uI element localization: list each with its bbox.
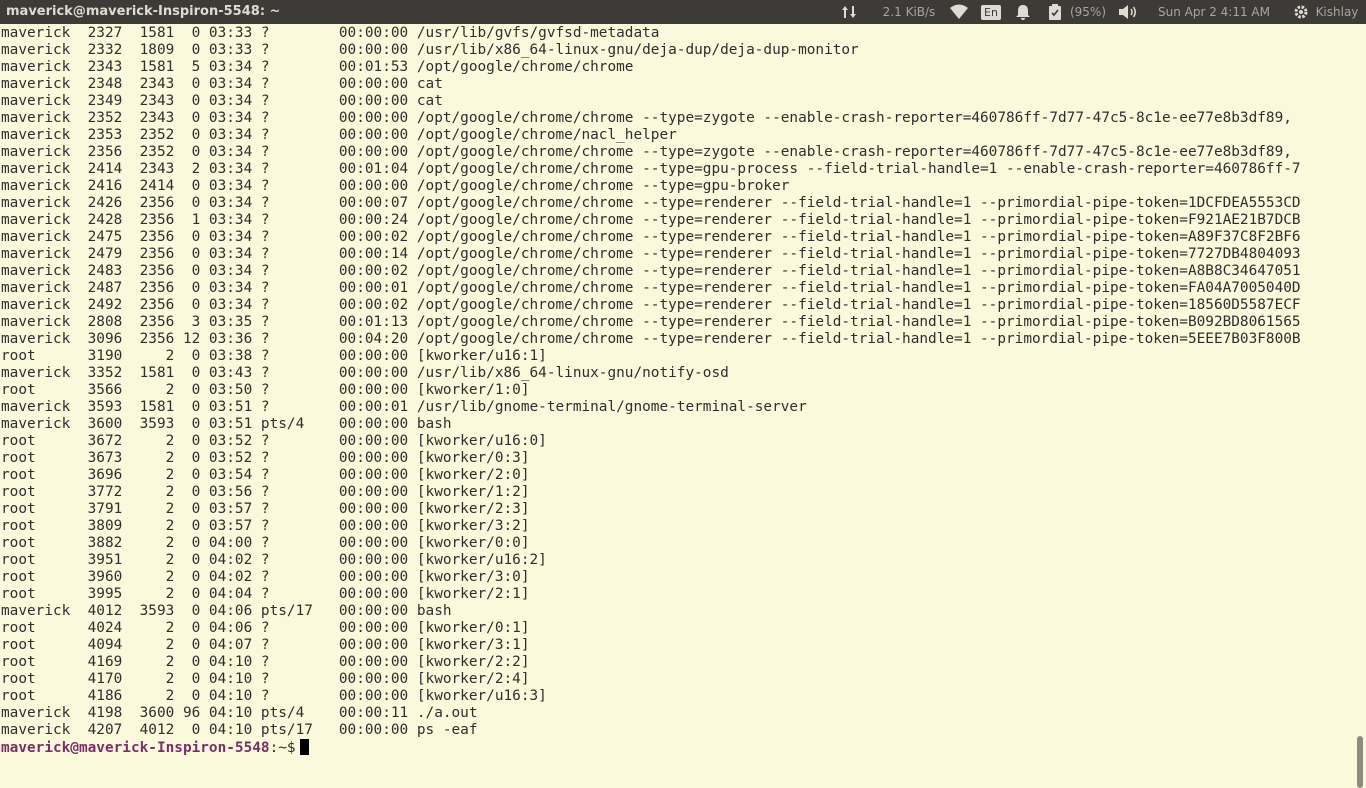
clock-datetime[interactable]: Sun Apr 2 4:11 AM	[1148, 0, 1280, 24]
keyboard-layout-indicator[interactable]: En	[980, 0, 1002, 24]
process-line: root 3190 2 0 03:38 ? 00:00:00 [kworker/…	[1, 348, 547, 364]
network-speed: 2.1 KiB/s	[882, 5, 936, 19]
text-cursor	[299, 739, 309, 755]
prompt-user-host: maverick@maverick-Inspiron-5548	[1, 740, 270, 756]
process-line: maverick 2353 2352 0 03:34 ? 00:00:00 /o…	[1, 127, 677, 143]
process-line: maverick 2356 2352 0 03:34 ? 00:00:00 /o…	[1, 144, 1292, 160]
user-name[interactable]: Kishlay	[1312, 0, 1362, 24]
process-line: maverick 2428 2356 1 03:34 ? 00:00:24 /o…	[1, 212, 1301, 228]
process-line: root 3951 2 0 04:02 ? 00:00:00 [kworker/…	[1, 552, 547, 568]
shell-prompt[interactable]: maverick@maverick-Inspiron-5548:~$	[1, 739, 1353, 756]
window-title: maverick@maverick-Inspiron-5548: ~	[6, 4, 281, 19]
battery-percentage: (95%)	[1069, 5, 1107, 19]
process-line: maverick 2414 2343 2 03:34 ? 00:01:04 /o…	[1, 161, 1301, 177]
process-line: maverick 2349 2343 0 03:34 ? 00:00:00 ca…	[1, 93, 443, 109]
terminal-output[interactable]: maverick 2327 1581 0 03:33 ? 00:00:00 /u…	[1, 25, 1353, 768]
network-updown-icon[interactable]	[838, 0, 860, 24]
process-line: maverick 2426 2356 0 03:34 ? 00:00:07 /o…	[1, 195, 1301, 211]
process-line: root 4169 2 0 04:10 ? 00:00:00 [kworker/…	[1, 654, 530, 670]
notification-bell-icon[interactable]	[1012, 0, 1034, 24]
process-line: root 3672 2 0 03:52 ? 00:00:00 [kworker/…	[1, 433, 547, 449]
process-line: root 4186 2 0 04:10 ? 00:00:00 [kworker/…	[1, 688, 547, 704]
process-line: maverick 2483 2356 0 03:34 ? 00:00:02 /o…	[1, 263, 1301, 279]
volume-icon[interactable]	[1116, 0, 1140, 24]
process-line: maverick 2327 1581 0 03:33 ? 00:00:00 /u…	[1, 25, 660, 41]
process-line: root 3696 2 0 03:54 ? 00:00:00 [kworker/…	[1, 467, 530, 483]
keyboard-layout-label: En	[981, 4, 1001, 20]
process-line: maverick 4012 3593 0 04:06 pts/17 00:00:…	[1, 603, 452, 619]
process-line: maverick 4198 3600 96 04:10 pts/4 00:00:…	[1, 705, 478, 721]
process-line: root 3809 2 0 03:57 ? 00:00:00 [kworker/…	[1, 518, 530, 534]
process-line: maverick 2416 2414 0 03:34 ? 00:00:00 /o…	[1, 178, 790, 194]
scrollbar-thumb[interactable]	[1357, 736, 1363, 788]
process-line: root 3882 2 0 04:00 ? 00:00:00 [kworker/…	[1, 535, 530, 551]
process-line: maverick 2492 2356 0 03:34 ? 00:00:02 /o…	[1, 297, 1301, 313]
process-line: maverick 3593 1581 0 03:51 ? 00:00:01 /u…	[1, 399, 807, 415]
process-line: root 4094 2 0 04:07 ? 00:00:00 [kworker/…	[1, 637, 530, 653]
process-line: maverick 2479 2356 0 03:34 ? 00:00:14 /o…	[1, 246, 1301, 262]
terminal-scrollbar[interactable]	[1354, 24, 1366, 788]
process-line: maverick 3352 1581 0 03:43 ? 00:00:00 /u…	[1, 365, 729, 381]
top-panel: maverick@maverick-Inspiron-5548: ~ 2.1 K…	[0, 0, 1366, 24]
session-gear-icon[interactable]	[1290, 0, 1312, 24]
process-line: maverick 3096 2356 12 03:36 ? 00:04:20 /…	[1, 331, 1301, 347]
process-line: root 4170 2 0 04:10 ? 00:00:00 [kworker/…	[1, 671, 530, 687]
process-line: maverick 3600 3593 0 03:51 pts/4 00:00:0…	[1, 416, 452, 432]
process-line: root 3960 2 0 04:02 ? 00:00:00 [kworker/…	[1, 569, 530, 585]
process-line: root 3791 2 0 03:57 ? 00:00:00 [kworker/…	[1, 501, 530, 517]
process-line: maverick 2487 2356 0 03:34 ? 00:00:01 /o…	[1, 280, 1301, 296]
process-line: maverick 2348 2343 0 03:34 ? 00:00:00 ca…	[1, 76, 443, 92]
process-line: root 3673 2 0 03:52 ? 00:00:00 [kworker/…	[1, 450, 530, 466]
process-line: maverick 2332 1809 0 03:33 ? 00:00:00 /u…	[1, 42, 859, 58]
process-line: maverick 2352 2343 0 03:34 ? 00:00:00 /o…	[1, 110, 1292, 126]
process-line: maverick 2808 2356 3 03:35 ? 00:01:13 /o…	[1, 314, 1301, 330]
battery-icon[interactable]	[1044, 0, 1066, 24]
prompt-path: :~$	[269, 740, 296, 756]
process-line: maverick 2475 2356 0 03:34 ? 00:00:02 /o…	[1, 229, 1301, 245]
process-line: root 3995 2 0 04:04 ? 00:00:00 [kworker/…	[1, 586, 530, 602]
process-line: maverick 2343 1581 5 03:34 ? 00:01:53 /o…	[1, 59, 634, 75]
process-line: root 3772 2 0 03:56 ? 00:00:00 [kworker/…	[1, 484, 530, 500]
process-line: root 3566 2 0 03:50 ? 00:00:00 [kworker/…	[1, 382, 530, 398]
wifi-icon[interactable]	[946, 0, 972, 24]
process-line: maverick 4207 4012 0 04:10 pts/17 00:00:…	[1, 722, 478, 738]
process-line: root 4024 2 0 04:06 ? 00:00:00 [kworker/…	[1, 620, 530, 636]
